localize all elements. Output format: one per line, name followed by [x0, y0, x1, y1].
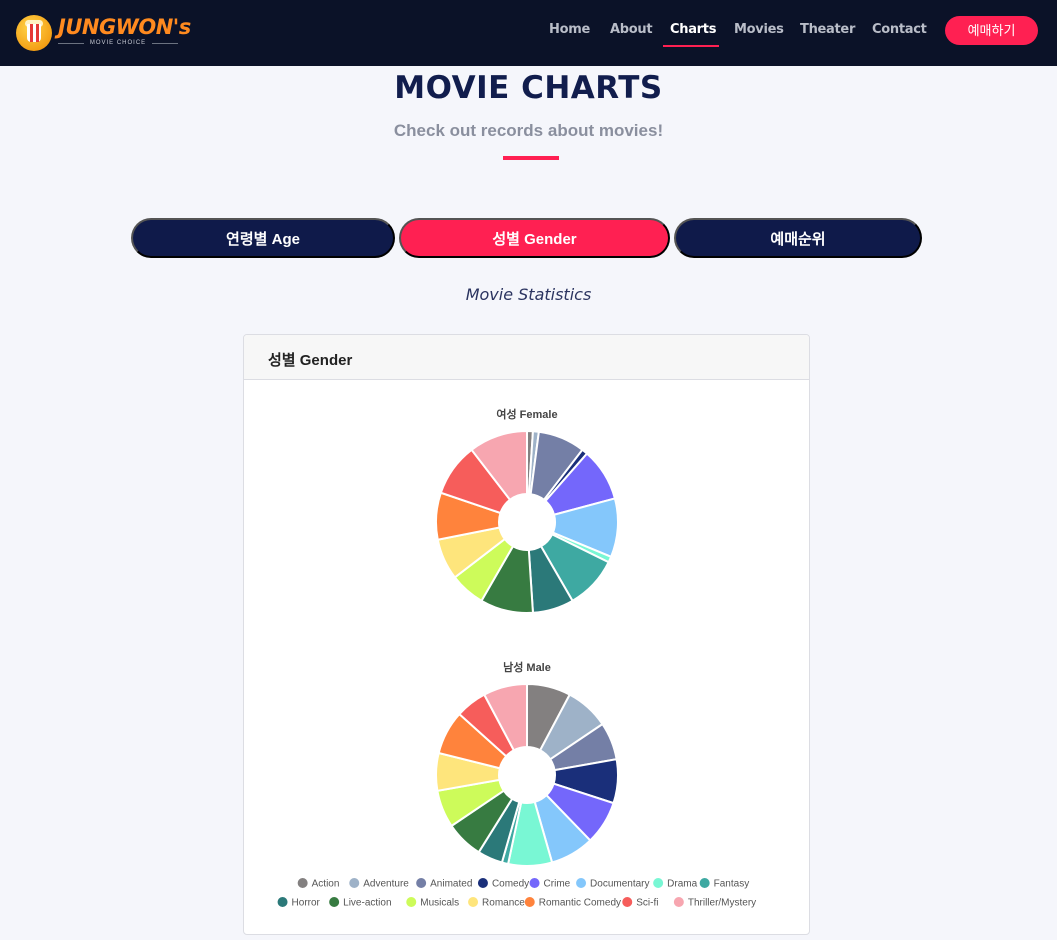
legend-item-documentary[interactable]: Documentary [576, 878, 650, 890]
legend-item-musicals[interactable]: Musicals [406, 897, 459, 909]
legend-label: Comedy [492, 879, 529, 890]
card-header: 성별 Gender [244, 335, 809, 380]
legend-label: Musicals [420, 898, 459, 909]
tab-booking-rank[interactable]: 예매순위 [674, 218, 922, 258]
tab-age[interactable]: 연령별 Age [131, 218, 395, 258]
legend-swatch [699, 878, 710, 888]
navbar: JUNGWON's MOVIE CHOICE Home About Charts… [0, 0, 1057, 66]
legend-item-thriller-mystery[interactable]: Thriller/Mystery [673, 897, 756, 909]
legend-swatch [576, 878, 587, 888]
legend-swatch [416, 878, 427, 888]
legend-label: Romantic Comedy [539, 898, 621, 909]
legend-item-live-action[interactable]: Live-action [329, 897, 392, 909]
legend-item-horror[interactable]: Horror [277, 897, 321, 909]
legend-item-animated[interactable]: Animated [416, 878, 472, 890]
legend-item-action[interactable]: Action [297, 878, 340, 890]
legend-label: Fantasy [714, 879, 750, 890]
legend-item-romantic-comedy[interactable]: Romantic Comedy [524, 897, 621, 909]
nav-about[interactable]: About [610, 22, 653, 37]
legend-item-romance[interactable]: Romance [468, 897, 525, 909]
legend-label: Crime [544, 879, 571, 890]
nav-movies[interactable]: Movies [734, 22, 784, 37]
chart-title-1: 남성 Male [503, 660, 551, 674]
legend-item-adventure[interactable]: Adventure [349, 878, 409, 890]
legend-swatch [277, 897, 288, 907]
gender-pie-charts: 여성 Female 남성 Male Action Adventure Animated C… [277, 407, 756, 909]
site-logo[interactable]: JUNGWON's MOVIE CHOICE [14, 13, 191, 55]
logo-text: JUNGWON's [58, 15, 191, 39]
legend-label: Documentary [590, 879, 649, 890]
legend-label: Romance [482, 898, 525, 909]
tab-gender[interactable]: 성별 Gender [399, 218, 670, 258]
card-title: 성별 Gender [268, 352, 353, 369]
legend-item-fantasy[interactable]: Fantasy [699, 878, 750, 890]
legend-item-sci-fi[interactable]: Sci-fi [622, 897, 658, 909]
legend-swatch [477, 878, 488, 888]
legend-label: Sci-fi [636, 898, 658, 909]
legend-label: Adventure [363, 879, 409, 890]
legend-label: Thriller/Mystery [688, 898, 756, 909]
nav-charts[interactable]: Charts [670, 22, 716, 37]
section-caption: Movie Statistics [465, 285, 592, 304]
book-ticket-button[interactable]: 예매하기 [945, 16, 1038, 45]
legend-item-drama[interactable]: Drama [653, 878, 698, 890]
popcorn-icon [16, 15, 52, 51]
legend-swatch [349, 878, 360, 888]
legend-label: Drama [667, 879, 697, 890]
legend-swatch [329, 897, 340, 907]
legend-label: Live-action [343, 898, 391, 909]
gender-chart-card: 성별 Gender 여성 Female 남성 Male Action Adventur… [243, 334, 810, 935]
legend-swatch [406, 897, 417, 907]
page-subtitle: Check out records about movies! [393, 121, 664, 140]
legend-swatch [653, 878, 664, 888]
legend-swatch [297, 878, 308, 888]
chart-title-0: 여성 Female [496, 407, 557, 421]
nav-theater[interactable]: Theater [800, 22, 855, 37]
page-title: MOVIE CHARTS [394, 70, 663, 106]
legend-swatch [468, 897, 479, 907]
legend-label: Animated [430, 879, 472, 890]
legend-swatch [524, 897, 535, 907]
nav-home[interactable]: Home [549, 22, 590, 37]
title-divider [503, 156, 559, 160]
legend-label: Horror [292, 898, 321, 909]
legend-item-comedy[interactable]: Comedy [477, 878, 529, 890]
nav-contact[interactable]: Contact [872, 22, 927, 37]
legend-label: Action [312, 879, 340, 890]
legend-swatch [673, 897, 684, 907]
legend-swatch [622, 897, 633, 907]
legend-item-crime[interactable]: Crime [529, 878, 571, 890]
legend-swatch [529, 878, 540, 888]
active-nav-underline [663, 45, 719, 47]
